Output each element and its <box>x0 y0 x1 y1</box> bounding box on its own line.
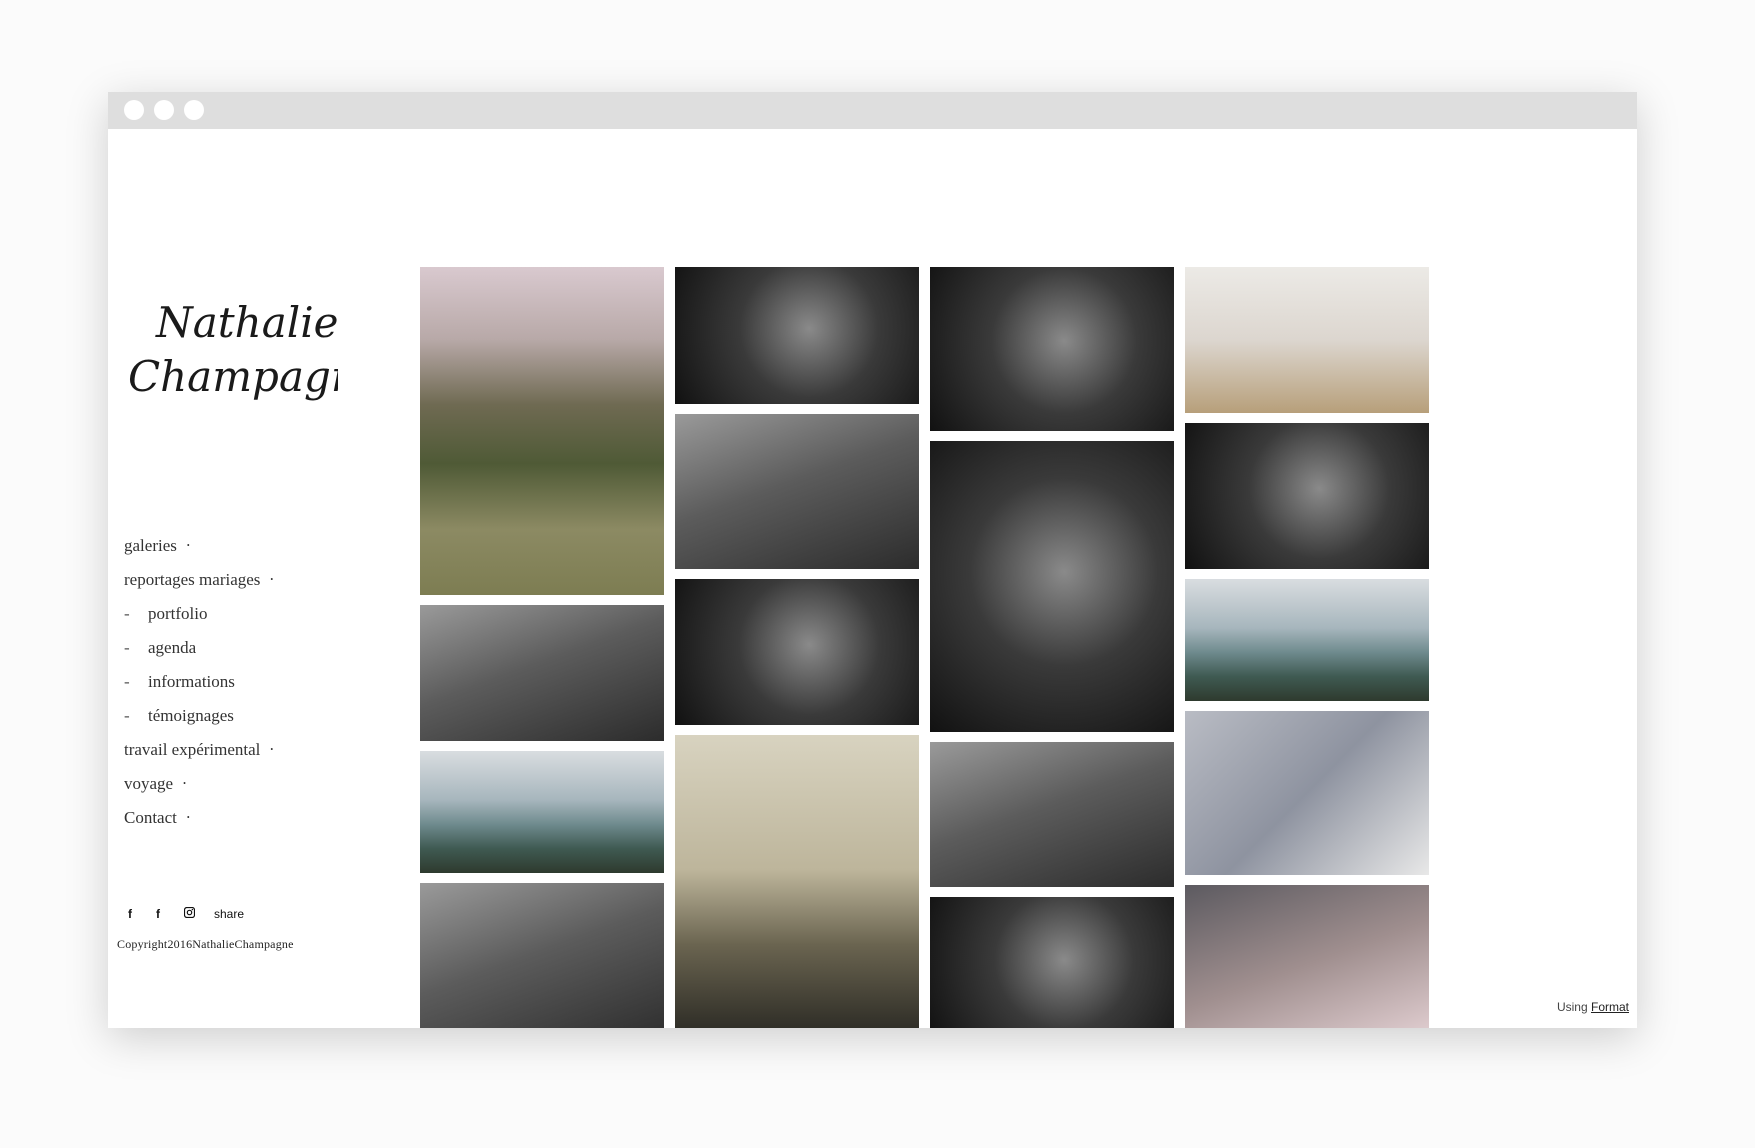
logo-line-2: Champagne <box>128 352 338 401</box>
photo-vintage-car[interactable] <box>420 605 664 741</box>
nav-sub-dash: - <box>124 638 130 657</box>
site-logo[interactable]: Nathalie Champagne <box>128 279 383 439</box>
logo-line-1: Nathalie <box>155 298 338 347</box>
nav-bullet: • <box>270 745 274 754</box>
photo-couple-tree[interactable] <box>420 267 664 595</box>
photo-bride-sculpture[interactable] <box>675 735 919 1028</box>
nav-sub-dash: - <box>124 706 130 725</box>
browser-titlebar <box>108 92 1637 129</box>
nav-item[interactable]: galeries • <box>124 529 273 563</box>
nav-item-label: travail expérimental <box>124 740 261 759</box>
nav-item[interactable]: - informations <box>124 665 273 699</box>
photo-kiss-closeup[interactable] <box>420 883 664 1028</box>
social-links: f f share <box>128 906 244 921</box>
nav-item[interactable]: - portfolio <box>124 597 273 631</box>
photo-child-hat[interactable] <box>1185 885 1429 1028</box>
photo-seaside-landscape[interactable] <box>420 751 664 873</box>
photo-couple-doorway[interactable] <box>1185 423 1429 569</box>
nav-item-label: Contact <box>124 808 177 827</box>
nav-item[interactable]: voyage • <box>124 767 273 801</box>
logo-signature: Nathalie Champagne <box>128 298 383 401</box>
nav-item-label: galeries <box>124 536 177 555</box>
sidebar: Nathalie Champagne galeries•reportages m… <box>108 129 438 1028</box>
photo-bride-tiles[interactable] <box>1185 711 1429 875</box>
photo-dune-beach[interactable] <box>1185 579 1429 701</box>
nav-item-label: voyage <box>124 774 174 793</box>
facebook-icon[interactable]: f <box>156 907 184 921</box>
facebook-icon[interactable]: f <box>128 907 156 921</box>
nav-bullet: • <box>183 779 186 788</box>
nav-item[interactable]: reportages mariages • <box>124 563 273 597</box>
photo-children-party[interactable] <box>930 742 1174 887</box>
photo-woman-camera[interactable] <box>675 414 919 569</box>
share-link[interactable]: share <box>214 907 244 921</box>
copyright-text: Copyright2016NathalieChampagne <box>117 937 294 951</box>
window-maximize-dot[interactable] <box>184 100 204 120</box>
format-link[interactable]: Format <box>1591 1000 1629 1014</box>
window-minimize-dot[interactable] <box>154 100 174 120</box>
nav-item[interactable]: - témoignages <box>124 699 273 733</box>
nav-item[interactable]: travail expérimental • <box>124 733 273 767</box>
main-navigation: galeries • reportages mariages • - portfolio -… <box>124 529 273 835</box>
nav-item[interactable]: Contact • <box>124 801 273 835</box>
photo-grid <box>420 267 1434 1028</box>
photo-night-party[interactable] <box>930 897 1174 1028</box>
nav-bullet: • <box>186 813 190 822</box>
photo-woman-portrait[interactable] <box>930 441 1174 732</box>
nav-sub-dash: - <box>124 604 130 623</box>
using-label: Using <box>1556 1000 1588 1014</box>
nav-sub-dash: - <box>124 672 130 691</box>
nav-bullet: • <box>270 575 274 584</box>
photo-couple-veil[interactable] <box>1185 267 1429 413</box>
photo-dance-crowd[interactable] <box>675 579 919 725</box>
nav-item-label: témoignages <box>148 706 234 725</box>
window-close-dot[interactable] <box>124 100 144 120</box>
nav-item-label: agenda <box>148 638 197 657</box>
nav-item[interactable]: - agenda <box>124 631 273 665</box>
nav-item-label: informations <box>148 672 235 691</box>
using-format-credit: Using Format <box>1557 1000 1629 1014</box>
photo-couple-kiss[interactable] <box>675 267 919 404</box>
instagram-icon[interactable] <box>183 906 212 921</box>
photo-elderly-kiss[interactable] <box>930 267 1174 431</box>
nav-bullet: • <box>186 541 190 550</box>
nav-item-label: portfolio <box>148 604 208 623</box>
browser-window: Nathalie Champagne galeries•reportages m… <box>108 92 1637 1028</box>
nav-item-label: reportages mariages <box>124 570 261 589</box>
